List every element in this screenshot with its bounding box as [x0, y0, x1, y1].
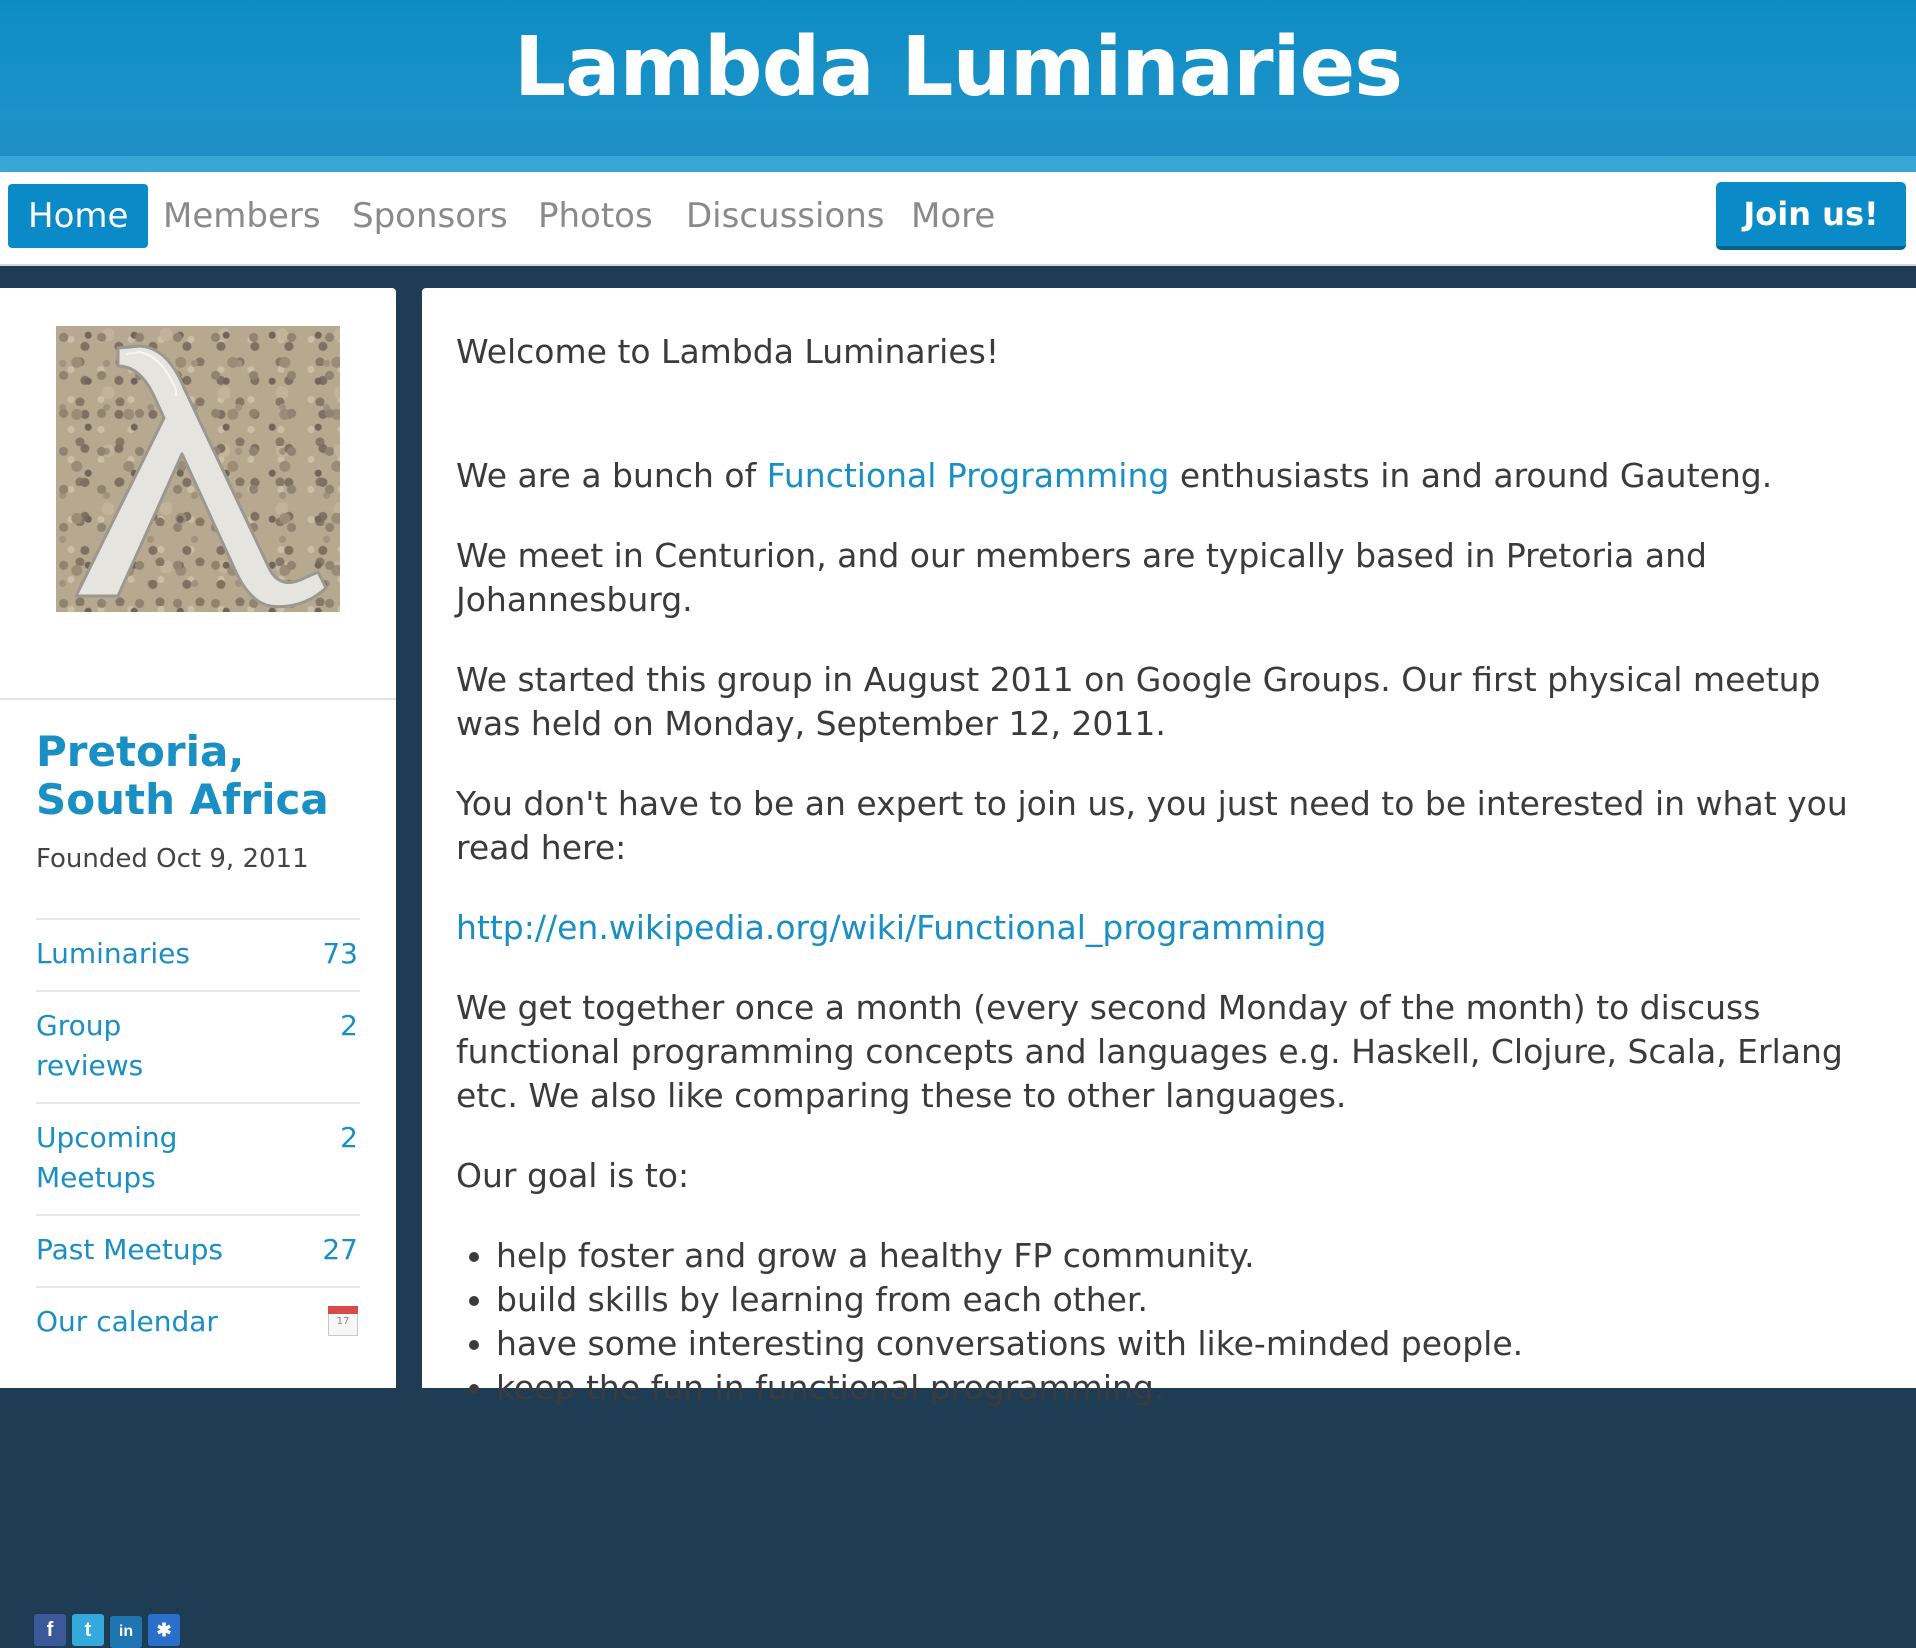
goal-item: build skills by learning from each other…	[496, 1278, 1876, 1322]
lambda-logo-icon	[74, 344, 328, 609]
location-paragraph: We meet in Centurion, and our members ar…	[456, 536, 1707, 619]
stat-group-reviews[interactable]: Group reviews 2	[36, 990, 360, 1102]
intro-text-end: enthusiasts in and around Gauteng.	[1169, 456, 1773, 495]
header-stripe	[0, 156, 1916, 172]
tab-more[interactable]: More	[911, 184, 995, 248]
stat-our-calendar[interactable]: Our calendar 17	[36, 1286, 360, 1358]
stat-count: 2	[340, 1009, 358, 1042]
main-nav: Home Members Sponsors Photos Discussions…	[0, 172, 1916, 266]
group-location[interactable]: Pretoria, South Africa	[36, 728, 376, 824]
tab-photos[interactable]: Photos	[538, 184, 653, 248]
description-content: Welcome to Lambda Luminaries! We are a b…	[456, 330, 1876, 1410]
founded-date: Founded Oct 9, 2011	[36, 844, 309, 874]
tab-members[interactable]: Members	[163, 184, 321, 248]
stat-count: 27	[322, 1233, 358, 1266]
goal-item: have some interesting conversations with…	[496, 1322, 1876, 1366]
meeting-paragraph: We get together once a month (every seco…	[456, 988, 1843, 1115]
tab-home[interactable]: Home	[8, 184, 149, 248]
group-description: Welcome to Lambda Luminaries! We are a b…	[422, 288, 1916, 1407]
stat-label: Our calendar	[36, 1305, 218, 1338]
stat-label: Past Meetups	[36, 1233, 223, 1266]
calendar-icon[interactable]: 17	[328, 1306, 358, 1336]
goal-intro: Our goal is to:	[456, 1156, 690, 1195]
stat-past-meetups[interactable]: Past Meetups 27	[36, 1214, 360, 1286]
intro-text-start: We are a bunch of	[456, 456, 767, 495]
welcome-text: Welcome to Lambda Luminaries!	[456, 332, 1000, 371]
sidebar-divider	[0, 698, 396, 700]
join-info-paragraph: You don't have to be an expert to join u…	[456, 784, 1848, 867]
social-links: f t in ✱	[34, 1614, 186, 1648]
facebook-icon[interactable]: f	[34, 1614, 66, 1646]
stat-label: Luminaries	[36, 937, 190, 970]
stat-count: 2	[340, 1121, 358, 1154]
group-logo[interactable]	[56, 326, 340, 612]
goal-item: keep the fun in functional programming.	[496, 1366, 1876, 1410]
goal-list: help foster and grow a healthy FP commun…	[456, 1234, 1876, 1410]
site-header: Lambda Luminaries	[0, 0, 1916, 156]
group-sidebar: Pretoria, South Africa Founded Oct 9, 20…	[0, 288, 396, 1648]
tab-sponsors[interactable]: Sponsors	[352, 184, 508, 248]
tab-discussions[interactable]: Discussions	[686, 184, 885, 248]
wiki-link-paragraph: http://en.wikipedia.org/wiki/Functional_…	[456, 906, 1876, 950]
site-title[interactable]: Lambda Luminaries	[0, 18, 1916, 118]
stat-upcoming-meetups[interactable]: Upcoming Meetups 2	[36, 1102, 360, 1214]
linkedin-icon[interactable]: in	[110, 1616, 142, 1648]
functional-programming-link[interactable]: Functional Programming	[767, 456, 1170, 495]
twitter-icon[interactable]: t	[72, 1614, 104, 1646]
share-icon[interactable]: ✱	[148, 1614, 180, 1646]
history-paragraph: We started this group in August 2011 on …	[456, 660, 1821, 743]
join-button[interactable]: Join us!	[1716, 182, 1906, 250]
wikipedia-link[interactable]: http://en.wikipedia.org/wiki/Functional_…	[456, 908, 1326, 947]
stat-label: Group reviews	[36, 1009, 144, 1082]
stat-count: 73	[322, 937, 358, 970]
group-stats: Luminaries 73 Group reviews 2 Upcoming M…	[36, 918, 360, 1358]
stat-luminaries[interactable]: Luminaries 73	[36, 918, 360, 990]
goal-item: help foster and grow a healthy FP commun…	[496, 1234, 1876, 1278]
stat-label: Upcoming Meetups	[36, 1121, 178, 1194]
intro-paragraph: We are a bunch of Functional Programming…	[456, 454, 1876, 498]
